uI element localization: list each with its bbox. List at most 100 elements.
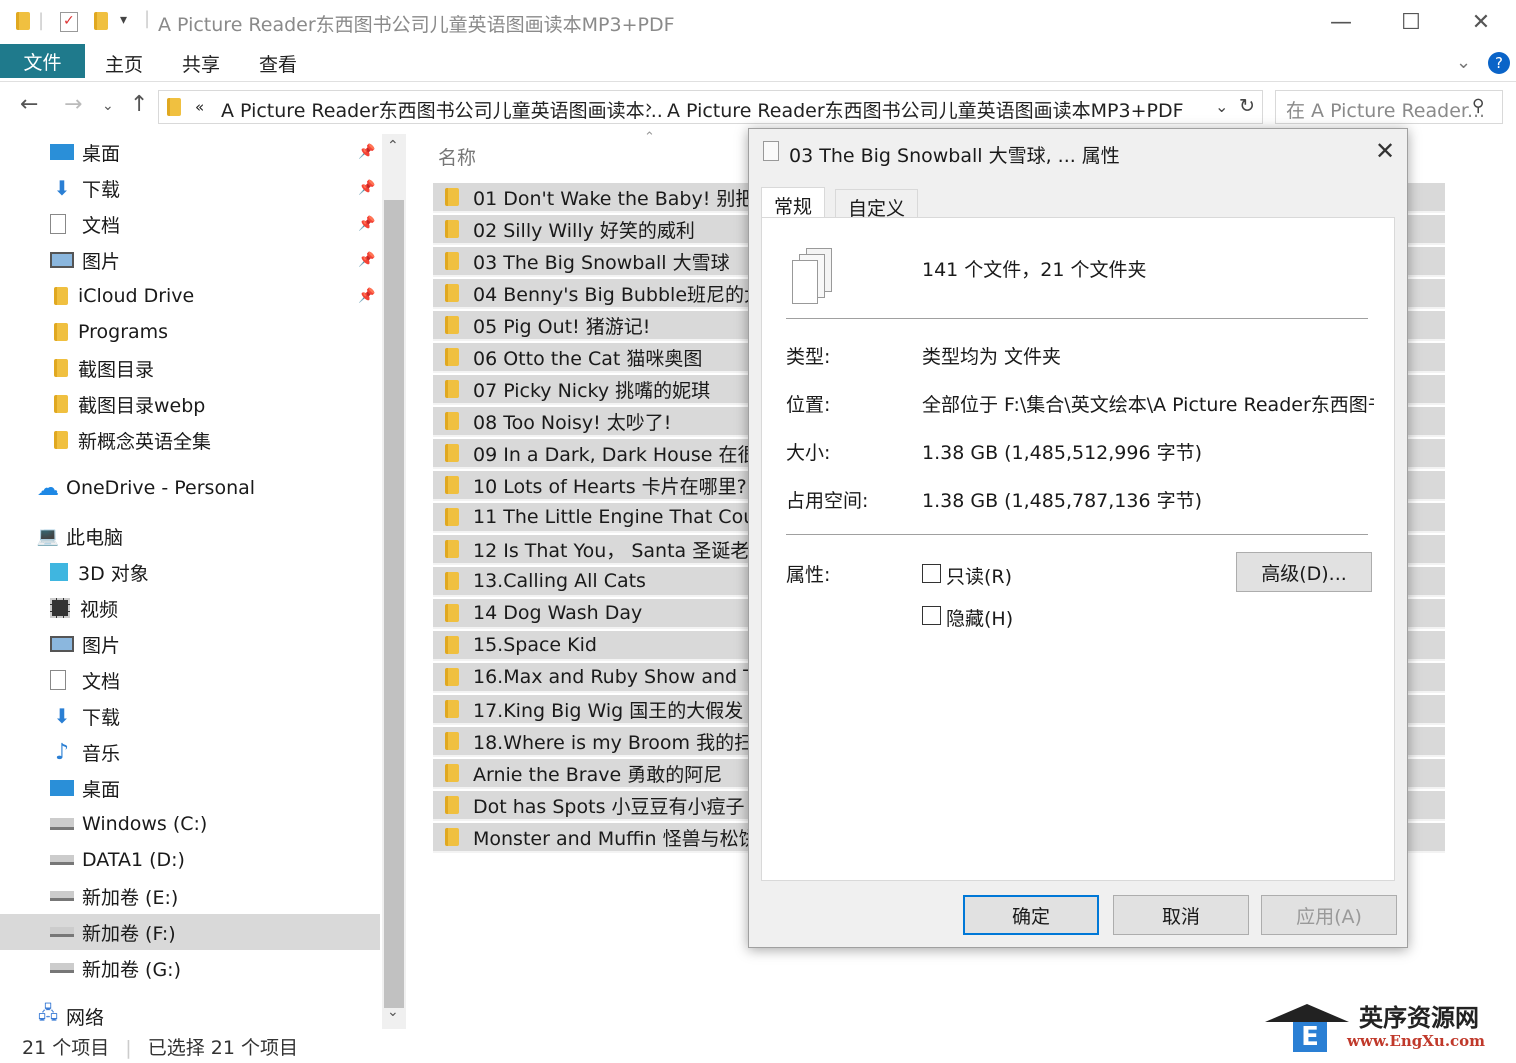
list-item-label: 05 Pig Out! 猪游记! [473,315,651,338]
refresh-icon[interactable]: ↻ [1239,95,1255,117]
column-header-name[interactable]: 名称 [438,143,476,170]
nav-item-desktop-pc[interactable]: 桌面 [0,770,380,806]
search-input[interactable]: 在 A Picture Reader... ⚲ [1275,90,1503,124]
attributes-label: 属性: [786,564,831,586]
nav-item-music[interactable]: ♪ 音乐 [0,734,380,770]
nav-item-pictures-pc[interactable]: 图片 [0,626,380,662]
nav-item-3d[interactable]: 3D 对象 [0,554,380,590]
nav-item-screenshots[interactable]: 截图目录 [0,350,380,386]
drive-icon [50,927,74,937]
nav-item-icloud[interactable]: iCloud Drive 📌 [0,278,380,314]
tab-view[interactable]: 查看 [259,50,297,77]
folder-icon [16,12,30,30]
windows-drive-icon [50,818,74,830]
drive-icon [50,855,74,865]
scroll-up-icon[interactable]: ⌃ [387,138,399,154]
readonly-checkbox[interactable] [922,564,941,583]
help-icon[interactable]: ? [1488,52,1510,74]
disk-size-value: 1.38 GB (1,485,787,136 字节) [922,490,1203,512]
apply-button[interactable]: 应用(A) [1261,895,1397,935]
nav-item-network[interactable]: 🖧 网络 [0,998,380,1034]
address-bar[interactable]: « A Picture Reader东西图书公司儿童英语图画读本... › A … [158,90,1263,124]
tab-share[interactable]: 共享 [182,50,220,77]
window-title: A Picture Reader东西图书公司儿童英语图画读本MP3+PDF [158,14,675,36]
watermark: E 英序资源网 www.EngXu.com [1265,990,1510,1060]
scroll-thumb[interactable] [384,200,404,1008]
hidden-label[interactable]: 隐藏(H) [946,604,1013,631]
pin-icon[interactable]: 📌 [358,252,375,268]
breadcrumb-chevron-icon[interactable]: › [645,96,653,118]
nav-item-documents-pc[interactable]: 文档 [0,662,380,698]
up-icon[interactable]: ↑ [130,92,148,117]
folder-icon [167,98,181,116]
tab-home[interactable]: 主页 [105,50,143,77]
expand-ribbon-icon[interactable]: ⌄ [1456,52,1471,73]
nav-item-drive-f[interactable]: 新加卷 (F:) [0,914,380,950]
scroll-down-icon[interactable]: ⌄ [387,1004,399,1020]
summary-text: 141 个文件，21 个文件夹 [922,259,1147,281]
tab-file[interactable]: 文件 [0,44,85,78]
list-item-label: Monster and Muffin 怪兽与松饼 [473,827,758,850]
3d-objects-icon [50,563,68,581]
nav-item-drive-e[interactable]: 新加卷 (E:) [0,878,380,914]
list-item-label: 01 Don't Wake the Baby! 别把宝宝 [473,187,793,210]
nav-item-pictures[interactable]: 图片 📌 [0,242,380,278]
list-item-label: 08 Too Noisy! 太吵了! [473,411,672,434]
tab-general[interactable]: 常规 [761,187,826,221]
list-item-label: Dot has Spots 小豆豆有小痘子 [473,795,745,818]
breadcrumb-current[interactable]: A Picture Reader东西图书公司儿童英语图画读本MP3+PDF [667,96,1184,123]
collapsed-path[interactable]: « [195,98,204,116]
list-item-label: 15.Space Kid [473,634,597,656]
close-button[interactable]: ✕ [1446,0,1516,44]
pin-icon[interactable]: 📌 [358,216,375,232]
hidden-checkbox[interactable] [922,606,941,625]
location-value: 全部位于 F:\集合\英文绘本\A Picture Reader东西图书公 [922,394,1374,416]
breadcrumb-parent[interactable]: A Picture Reader东西图书公司儿童英语图画读本... [221,96,663,123]
nav-item-drive-g[interactable]: 新加卷 (G:) [0,950,380,986]
back-icon[interactable]: ← [20,92,38,117]
list-item-label: Arnie the Brave 勇敢的阿尼 [473,763,723,786]
list-item-label: 02 Silly Willy 好笑的威利 [473,219,695,242]
nav-item-nce[interactable]: 新概念英语全集 [0,422,380,458]
cancel-button[interactable]: 取消 [1113,895,1249,935]
nav-item-onedrive[interactable]: ☁ OneDrive - Personal [0,470,380,506]
address-dropdown-icon[interactable]: ⌄ [1215,97,1228,116]
download-icon: ⬇ [53,704,71,728]
quick-access-dropdown-icon[interactable]: ▾ [120,12,127,28]
ok-button[interactable]: 确定 [963,895,1099,935]
music-icon: ♪ [54,739,70,765]
folder-icon [445,220,459,238]
document-icon [50,214,66,234]
advanced-button[interactable]: 高级(D)... [1236,552,1372,592]
nav-item-documents[interactable]: 文档 📌 [0,206,380,242]
pin-icon[interactable]: 📌 [358,180,375,196]
download-icon: ⬇ [53,176,71,200]
nav-item-programs[interactable]: Programs [0,314,380,350]
forward-icon[interactable]: → [64,92,82,117]
nav-item-desktop[interactable]: 桌面 📌 [0,134,380,170]
minimize-button[interactable]: — [1306,0,1376,44]
new-folder-icon[interactable] [94,12,108,30]
list-item-label: 06 Otto the Cat 猫咪奥图 [473,347,703,370]
readonly-label[interactable]: 只读(R) [946,562,1012,589]
maximize-button[interactable]: ☐ [1376,0,1446,44]
type-value: 类型均为 文件夹 [922,346,1062,368]
nav-scrollbar[interactable]: ⌃ ⌄ [382,134,406,1029]
nav-item-videos[interactable]: 视频 [0,590,380,626]
nav-item-drive-c[interactable]: Windows (C:) [0,806,380,842]
files-icon [763,141,779,161]
recent-locations-icon[interactable]: ⌄ [102,98,114,114]
nav-item-screenshots-webp[interactable]: 截图目录webp [0,386,380,422]
pin-icon[interactable]: 📌 [358,288,375,304]
folder-icon [445,732,459,750]
folder-icon [445,252,459,270]
pin-icon[interactable]: 📌 [358,144,375,160]
nav-item-downloads-pc[interactable]: ⬇ 下载 [0,698,380,734]
dialog-close-icon[interactable]: ✕ [1375,137,1395,165]
nav-item-downloads[interactable]: ⬇ 下载 📌 [0,170,380,206]
title-bar: | ✓ ▾ | A Picture Reader东西图书公司儿童英语图画读本MP… [0,0,1516,44]
nav-item-drive-d[interactable]: DATA1 (D:) [0,842,380,878]
properties-icon[interactable]: ✓ [60,12,78,32]
nav-item-this-pc[interactable]: 💻 此电脑 [0,518,380,554]
ribbon [0,44,1516,82]
